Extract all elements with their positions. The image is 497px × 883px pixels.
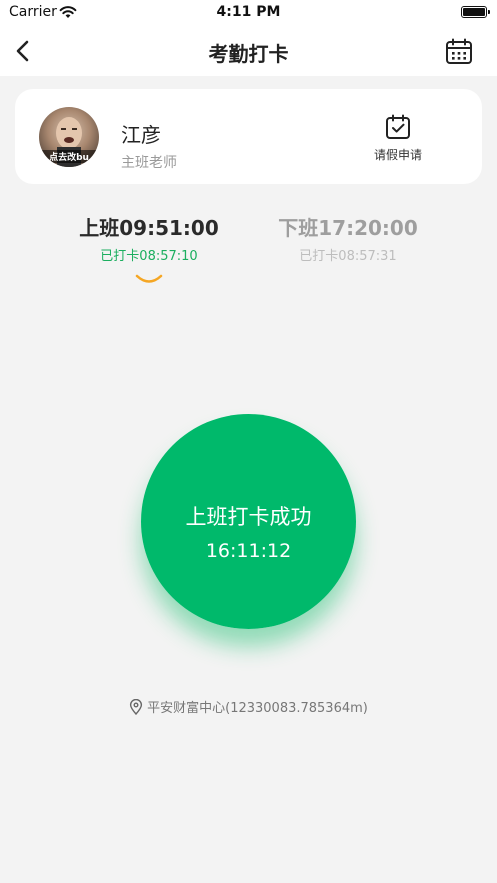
calendar-check-icon xyxy=(386,114,410,139)
avatar[interactable]: 点去改bu xyxy=(39,107,99,167)
tab-indicator xyxy=(135,274,163,283)
location-pin-icon xyxy=(130,699,143,715)
check-out-time: 下班17:20:00 xyxy=(278,216,418,240)
user-role: 主班老师 xyxy=(121,155,177,171)
avatar-caption: 点去改bu xyxy=(39,150,99,163)
nav-bar: 考勤打卡 xyxy=(0,26,497,76)
punch-clock: 16:11:12 xyxy=(205,540,292,562)
leave-request-label: 请假申请 xyxy=(373,148,422,162)
location-text: 平安财富中心(12330083.785364m) xyxy=(147,701,368,716)
location-row: 平安财富中心(12330083.785364m) xyxy=(0,697,497,716)
leave-request-button[interactable]: 请假申请 xyxy=(365,113,431,163)
check-in-time: 上班09:51:00 xyxy=(79,216,219,240)
status-time: 4:11 PM xyxy=(216,4,281,20)
user-card: 点去改bu 江彦 主班老师 请假申请 xyxy=(15,89,482,184)
tab-check-out[interactable]: 下班17:20:00 已打卡08:57:31 xyxy=(268,212,428,264)
status-bar: Carrier 4:11 PM xyxy=(0,0,497,26)
tab-check-in[interactable]: 上班09:51:00 已打卡08:57:10 xyxy=(69,212,229,264)
check-in-status: 已打卡08:57:10 xyxy=(100,249,198,264)
battery-icon xyxy=(461,6,490,18)
punch-button[interactable]: 上班打卡成功 16:11:12 xyxy=(141,414,356,629)
calendar-icon[interactable] xyxy=(444,37,474,67)
punch-result-label: 上班打卡成功 xyxy=(185,505,312,529)
page-title: 考勤打卡 xyxy=(208,42,289,66)
check-out-status: 已打卡08:57:31 xyxy=(299,249,397,264)
user-name: 江彦 xyxy=(121,123,161,147)
